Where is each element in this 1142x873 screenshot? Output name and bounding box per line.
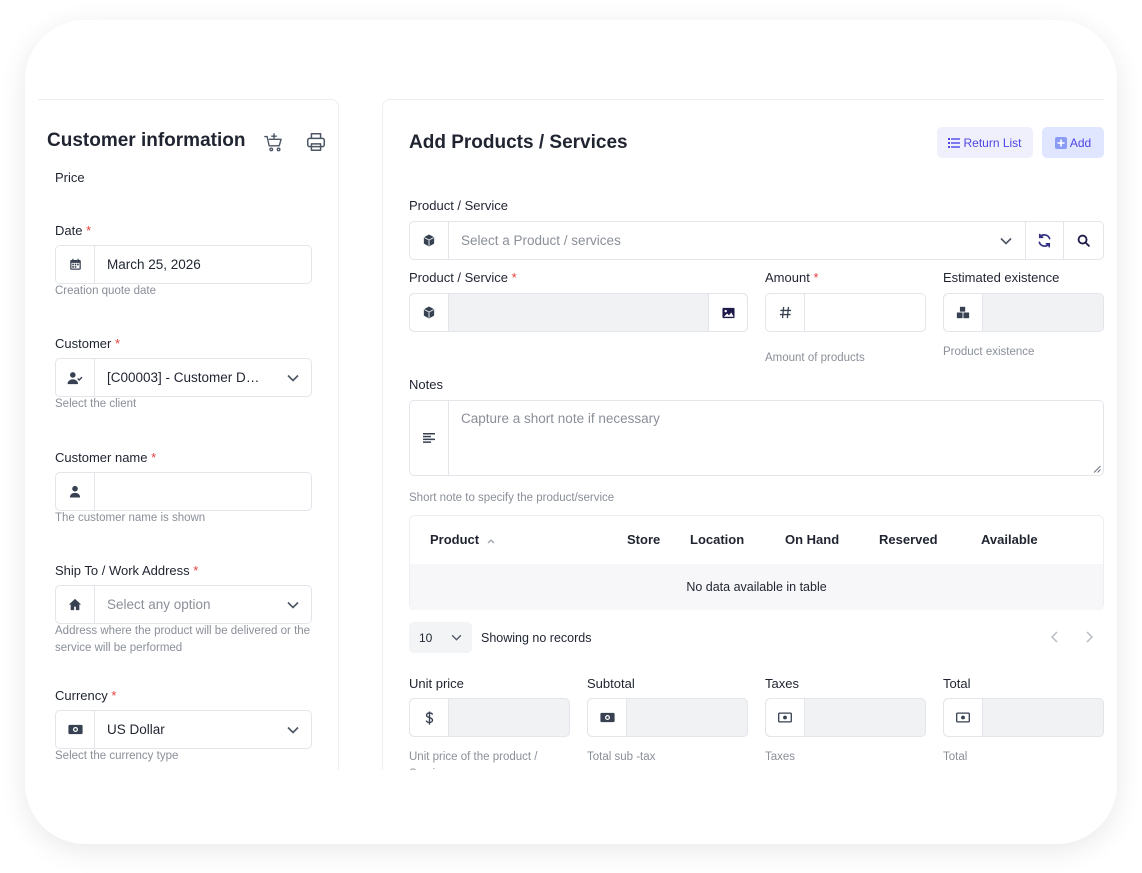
ship-to-help: Address where the product will be delive… [55, 625, 311, 654]
return-list-button[interactable]: Return List [937, 127, 1033, 158]
column-available[interactable]: Available [981, 532, 1038, 547]
column-product[interactable]: Product [430, 532, 495, 547]
refresh-icon[interactable] [1025, 222, 1064, 259]
cube-icon [410, 294, 449, 331]
column-on-hand[interactable]: On Hand [785, 532, 839, 547]
money-bill-icon [56, 711, 95, 748]
column-store[interactable]: Store [627, 532, 660, 547]
sort-up-icon [487, 538, 495, 544]
image-icon[interactable] [708, 294, 747, 331]
ship-to-select[interactable]: Select any option [55, 585, 312, 624]
notes-textarea[interactable]: Capture a short note if necessary [409, 400, 1104, 476]
date-value: March 25, 2026 [107, 257, 201, 272]
currency-help: Select the currency type [55, 750, 179, 762]
plus-square-icon [1054, 136, 1067, 149]
return-list-label: Return List [963, 135, 1022, 150]
customer-name-help: The customer name is shown [55, 512, 206, 524]
user-check-icon [56, 359, 95, 396]
unit-price-label: Unit price [409, 676, 464, 691]
table-empty-row: No data available in table [410, 564, 1103, 610]
customer-value: [C00003] - Customer Def... [107, 370, 269, 385]
product-search-label: Product / Service [409, 198, 508, 213]
form-viewport: Customer information Price Date * March … [0, 0, 1142, 770]
column-location[interactable]: Location [690, 532, 744, 547]
taxes-field [765, 698, 926, 737]
add-button[interactable]: Add [1042, 127, 1104, 158]
currency-select[interactable]: US Dollar [55, 710, 312, 749]
product-search-select[interactable]: Select a Product / services [409, 221, 1104, 260]
existence-label: Estimated existence [943, 270, 1060, 285]
subtotal-help: Total sub -tax [587, 751, 656, 763]
existence-help: Product existence [943, 346, 1035, 358]
chevron-down-icon [275, 374, 311, 382]
user-icon [56, 473, 95, 510]
cart-add-icon[interactable] [263, 132, 285, 154]
customer-label: Customer * [55, 336, 121, 351]
product-search-placeholder: Select a Product / services [461, 233, 621, 248]
column-reserved[interactable]: Reserved [879, 532, 938, 547]
list-icon [948, 137, 961, 148]
total-field [943, 698, 1104, 737]
customer-help: Select the client [55, 398, 137, 410]
cube-icon [410, 222, 449, 259]
print-icon[interactable] [305, 131, 327, 153]
customer-name-label: Customer name * [55, 450, 157, 465]
records-status: Showing no records [481, 631, 592, 645]
amount-input[interactable] [765, 293, 926, 332]
subtotal-field [587, 698, 748, 737]
chevron-left-icon[interactable] [1048, 630, 1062, 644]
product-field[interactable] [409, 293, 748, 332]
currency-label: Currency * [55, 688, 117, 703]
money-bill-icon [588, 699, 627, 736]
total-help: Total [943, 751, 968, 763]
existence-field [943, 293, 1104, 332]
dollar-icon [410, 699, 449, 736]
customer-panel: Customer information Price Date * March … [38, 99, 339, 770]
price-section-label: Price [55, 170, 85, 185]
amount-label: Amount * [765, 270, 819, 285]
calendar-icon [56, 246, 95, 283]
page-size-value: 10 [419, 630, 433, 645]
ship-to-placeholder: Select any option [107, 597, 211, 612]
ship-to-label: Ship To / Work Address * [55, 563, 199, 578]
notes-placeholder: Capture a short note if necessary [461, 411, 660, 426]
chevron-down-icon [987, 237, 1025, 245]
money-icon [944, 699, 983, 736]
customer-panel-title: Customer information [47, 130, 246, 151]
resize-handle-icon[interactable] [1093, 465, 1101, 473]
unit-price-help: Unit price of the product / Service [409, 751, 538, 770]
table-header: Product Store Location On Hand Reserved … [410, 516, 1103, 564]
customer-name-input[interactable] [55, 472, 312, 511]
taxes-help: Taxes [765, 751, 796, 763]
boxes-icon [944, 294, 983, 331]
taxes-label: Taxes [765, 676, 799, 691]
page-size-select[interactable]: 10 [409, 622, 472, 653]
money-icon [766, 699, 805, 736]
currency-value: US Dollar [107, 722, 165, 737]
subtotal-label: Subtotal [587, 676, 635, 691]
chevron-down-icon [275, 601, 311, 609]
total-label: Total [943, 676, 971, 691]
date-field[interactable]: March 25, 2026 [55, 245, 312, 284]
hash-icon [766, 294, 805, 331]
unit-price-field [409, 698, 570, 737]
chevron-down-icon [275, 726, 311, 734]
chevron-right-icon[interactable] [1082, 630, 1096, 644]
align-left-icon [410, 401, 449, 475]
products-panel-title: Add Products / Services [409, 132, 628, 153]
date-help: Creation quote date [55, 285, 157, 297]
customer-select[interactable]: [C00003] - Customer Def... [55, 358, 312, 397]
date-label: Date * [55, 223, 92, 238]
notes-help: Short note to specify the product/servic… [409, 492, 615, 504]
amount-help: Amount of products [765, 352, 865, 364]
product-label: Product / Service * [409, 270, 517, 285]
notes-label: Notes [409, 377, 443, 392]
search-icon[interactable] [1064, 222, 1103, 259]
chevron-down-icon [451, 634, 462, 641]
add-label: Add [1069, 135, 1092, 150]
products-panel: Add Products / Services Return List Add … [382, 99, 1104, 770]
products-table: Product Store Location On Hand Reserved … [409, 515, 1104, 610]
home-icon [56, 586, 95, 623]
